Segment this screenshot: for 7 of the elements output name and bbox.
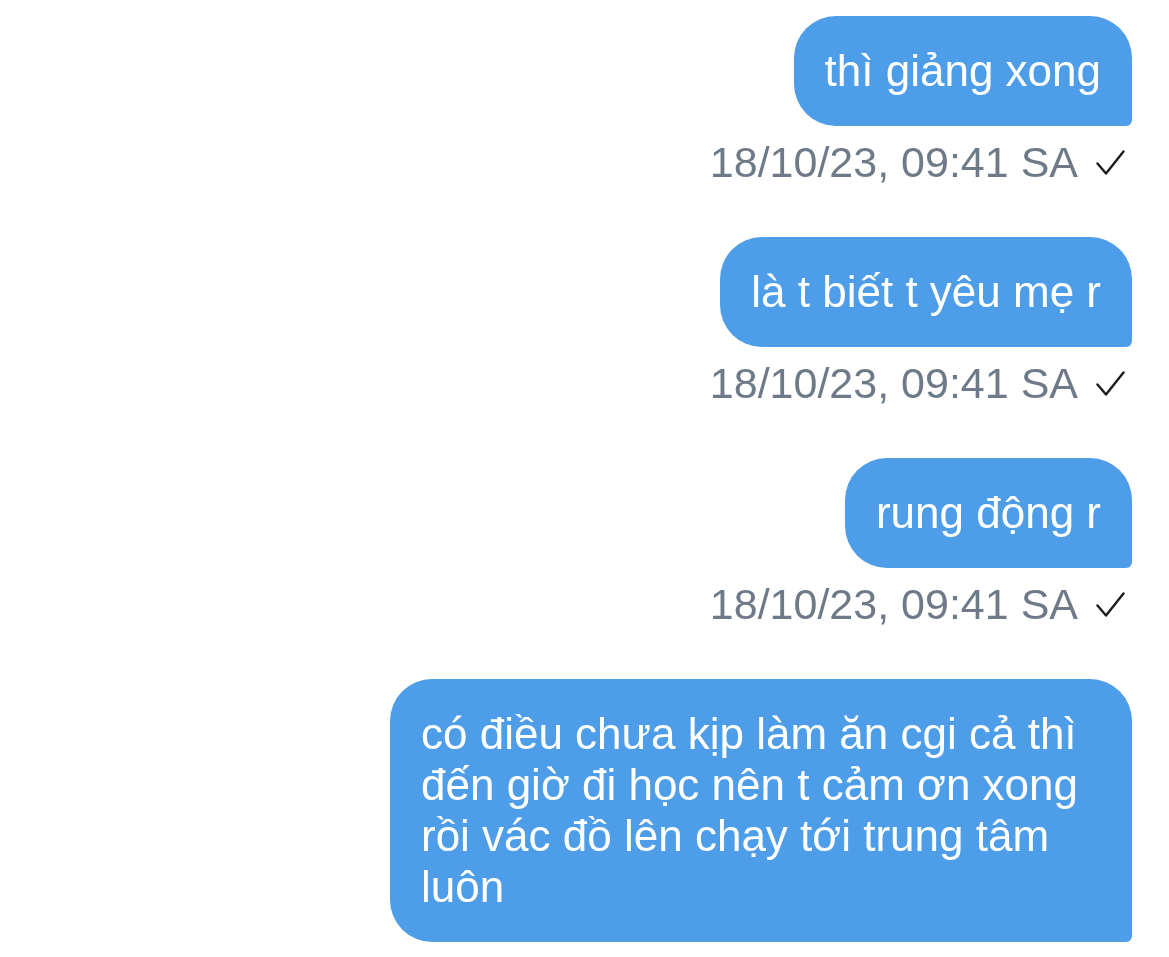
message-bubble: rung động r	[844, 458, 1132, 568]
message-timestamp: 18/10/23, 09:41 SA	[709, 361, 1078, 405]
message-bubble: là t biết t yêu mẹ r	[720, 237, 1132, 347]
message-bubble: có điều chưa kịp làm ăn cgi cả thì đến giờ đi học nên t cảm ơn xong rồi vác đồ lên chạy tới trung tâm luôn	[390, 679, 1132, 942]
message-timestamp: 18/10/23, 09:41 SA	[709, 140, 1078, 184]
message-timestamp: 18/10/23, 09:41 SA	[709, 582, 1078, 626]
message-bubble: thì giảng xong	[793, 16, 1132, 126]
